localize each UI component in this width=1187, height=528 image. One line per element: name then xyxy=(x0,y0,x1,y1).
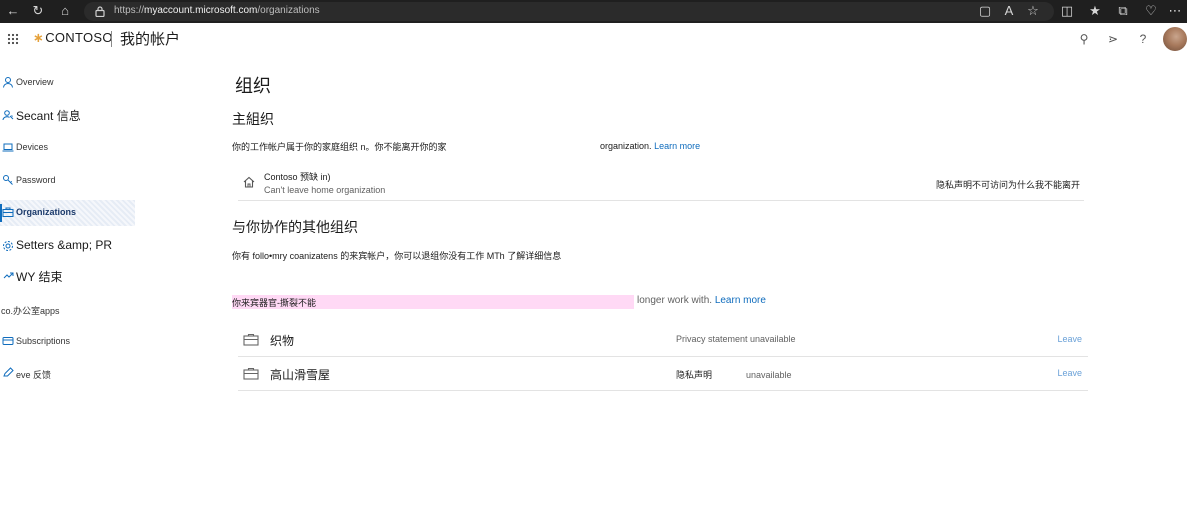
home-organization-row: Contoso 预缺 in) Can't leave home organiza… xyxy=(238,165,1084,201)
favorites-icon[interactable]: ★ xyxy=(1086,2,1104,20)
read-aloud-icon[interactable]: A xyxy=(1000,2,1018,20)
sidebar-item-label: Setters &amp; PR xyxy=(16,238,113,252)
feedback-person-icon[interactable]: ⚲ xyxy=(1077,32,1091,46)
favorite-star-icon[interactable]: ☆ xyxy=(1024,2,1042,20)
home-organization-description: 你的工作帐户属于你的家庭组织 n。你不能离开你的家 xyxy=(232,142,447,152)
lock-icon xyxy=(95,6,105,17)
org-chart-icon[interactable]: ⋗ xyxy=(1106,32,1120,46)
home-learn-more-link[interactable]: Learn more xyxy=(654,141,700,151)
app-header: ∗CONTOSO 我的帐户 ⚲ ⋗ ? xyxy=(0,23,1187,57)
sidebar-item-label: Subscriptions xyxy=(16,336,71,346)
card-icon xyxy=(2,337,14,345)
brand-mark-icon: ∗ xyxy=(33,30,45,45)
laptop-icon xyxy=(2,143,14,152)
header-divider xyxy=(111,31,112,47)
guest-organizations-note: 你来宾器官-撕裂不能 xyxy=(232,298,316,308)
sidebar-item-label: Overview xyxy=(16,77,54,87)
leave-organization-button[interactable]: Leave xyxy=(1057,368,1082,378)
back-icon[interactable]: ← xyxy=(4,2,22,20)
home-organization-description-tail: organization. Learn more xyxy=(600,141,701,151)
organization-name: 高山滑雪屋 xyxy=(270,368,331,382)
sidebar-item-feedback[interactable]: eve 反馈 xyxy=(0,361,135,387)
home-icon xyxy=(243,176,255,188)
organization-privacy-statement: 隐私声明 unavailable xyxy=(676,370,792,380)
split-screen-icon[interactable]: ◫ xyxy=(1058,2,1076,20)
sidebar-item-label: co.办公室apps xyxy=(1,306,60,316)
feedback-icon xyxy=(3,367,14,377)
home-organization-name: Contoso 预缺 in) xyxy=(264,172,331,182)
browser-essentials-icon[interactable]: ♡ xyxy=(1142,2,1160,20)
brand-logo[interactable]: ∗CONTOSO xyxy=(33,30,113,46)
page-title: 我的帐户 xyxy=(120,31,181,48)
sidebar-item-settings-privacy[interactable]: Setters &amp; PR xyxy=(0,234,135,260)
key-icon xyxy=(3,175,13,185)
home-organization-heading: 主組织 xyxy=(232,111,274,127)
sidebar-item-organizations[interactable]: Organizations xyxy=(0,200,135,226)
leave-organization-button[interactable]: Leave xyxy=(1057,334,1082,344)
more-menu-icon[interactable]: ⋯ xyxy=(1166,2,1184,20)
organization-row: 高山滑雪屋 隐私声明 unavailable Leave xyxy=(238,357,1088,391)
avatar[interactable] xyxy=(1163,27,1187,51)
sidebar-item-office-apps[interactable]: co.办公室apps xyxy=(0,297,135,323)
sidebar-item-label: WY 结束 xyxy=(16,270,63,284)
home-organization-note: Can't leave home organization xyxy=(264,185,386,195)
other-organizations-description: 你有 follo•mry coanizatens 的来宾帐户，你可以退组你没有工… xyxy=(232,251,562,261)
sidebar-item-my-sign-ins[interactable]: WY 结束 xyxy=(0,264,135,290)
sidebar-item-password[interactable]: Password xyxy=(0,168,135,194)
sidebar-item-label: Devices xyxy=(16,142,49,152)
sidebar-item-devices[interactable]: Devices xyxy=(0,135,135,161)
organization-privacy-statement: Privacy statement unavailable xyxy=(676,334,796,344)
briefcase-icon xyxy=(2,207,14,217)
sidebar-item-subscriptions[interactable]: Subscriptions xyxy=(0,329,135,355)
main-content: 组织 主組织 你的工作帐户属于你的家庭组织 n。你不能离开你的家 organiz… xyxy=(232,57,1092,528)
guest-organizations-note-tail: longer work with. Learn more xyxy=(637,295,766,306)
organization-briefcase-icon xyxy=(243,333,259,346)
organization-row: 织物 Privacy statement unavailable Leave xyxy=(238,323,1088,357)
app-launcher-icon[interactable] xyxy=(7,33,19,45)
extensions-icon[interactable]: ▢ xyxy=(976,2,994,20)
browser-toolbar: ← ↻ ⌂ https://myaccount.microsoft.com/or… xyxy=(0,0,1187,23)
collections-icon[interactable]: ⧉ xyxy=(1114,2,1132,20)
home-privacy-statement: 隐私声明不可访问为什么我不能离开 xyxy=(935,180,1080,190)
address-bar[interactable]: https://myaccount.microsoft.com/organiza… xyxy=(84,2,1054,21)
lock-icon xyxy=(3,272,14,279)
organization-briefcase-icon xyxy=(243,367,259,380)
sidebar-item-label: eve 反馈 xyxy=(16,370,52,380)
security-info-icon xyxy=(2,110,14,121)
page-heading: 组织 xyxy=(235,76,271,96)
help-icon[interactable]: ? xyxy=(1136,32,1150,46)
person-icon xyxy=(3,77,13,88)
url-text: https://myaccount.microsoft.com/organiza… xyxy=(114,5,320,16)
sidebar-item-label: Secant 信息 xyxy=(16,109,81,123)
refresh-icon[interactable]: ↻ xyxy=(29,2,47,20)
sidebar-item-overview[interactable]: Overview xyxy=(0,70,135,96)
gear-icon xyxy=(3,241,13,251)
sidebar-item-label: Password xyxy=(16,175,56,185)
sidebar-item-security-info[interactable]: Secant 信息 xyxy=(0,103,135,129)
sidebar-nav: Overview Secant 信息 Devices Password Orga… xyxy=(0,57,135,528)
other-learn-more-link[interactable]: Learn more xyxy=(715,295,766,306)
organization-name: 织物 xyxy=(270,334,295,348)
sidebar-item-label: Organizations xyxy=(16,207,77,217)
other-organizations-heading: 与你协作的其他组织 xyxy=(232,219,358,235)
home-icon[interactable]: ⌂ xyxy=(56,2,74,20)
